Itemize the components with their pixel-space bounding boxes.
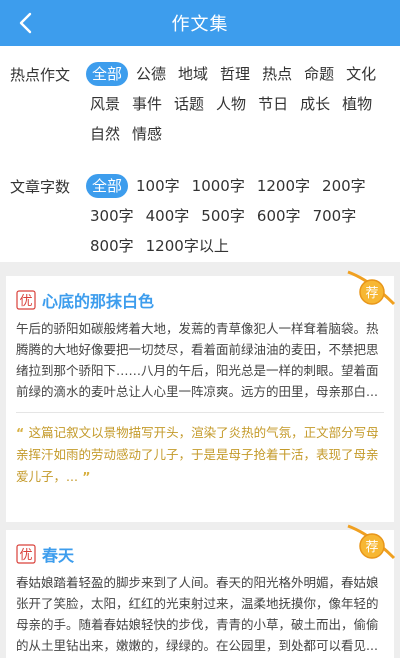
hot-chip-11[interactable]: 节日 xyxy=(254,92,292,116)
article-title[interactable]: 心底的那抹白色 xyxy=(42,288,154,312)
hot-chip-5[interactable]: 命题 xyxy=(300,62,338,86)
excellent-badge-icon: 优 xyxy=(16,290,36,310)
words-chip-4[interactable]: 200字 xyxy=(318,174,370,198)
words-chip-9[interactable]: 700字 xyxy=(309,204,361,228)
article-excerpt: 午后的骄阳如碳般烤着大地，发蔫的青草像犯人一样耷着脑袋。热腾腾的大地好像要把一切… xyxy=(16,321,379,399)
svg-text:荐: 荐 xyxy=(365,540,378,555)
app-header: 作文集 xyxy=(0,0,400,46)
hot-chip-7[interactable]: 风景 xyxy=(86,92,124,116)
excellent-badge-icon: 优 xyxy=(16,544,36,564)
hot-chip-4[interactable]: 热点 xyxy=(258,62,296,86)
hot-chip-0[interactable]: 全部 xyxy=(86,62,129,86)
svg-text:优: 优 xyxy=(19,548,32,563)
page-title: 作文集 xyxy=(171,14,229,35)
words-filter-label: 文章字数 xyxy=(10,178,71,196)
article-card[interactable]: 优 春天 荐 春姑娘踏着轻盈的脚步来到了人间。春天的阳光格外明媚，春姑娘张开了笑… xyxy=(6,524,396,658)
hot-filter-label: 热点作文 xyxy=(10,66,71,84)
back-button[interactable] xyxy=(10,8,40,38)
article-excerpt: 春姑娘踏着轻盈的脚步来到了人间。春天的阳光格外明媚，春姑娘张开了笑脸，太阳，红红… xyxy=(16,575,379,653)
words-chip-8[interactable]: 600字 xyxy=(253,204,305,228)
words-chip-11[interactable]: 1200字以上 xyxy=(142,234,233,258)
hot-chip-12[interactable]: 成长 xyxy=(296,92,334,116)
words-filter-chips: 全部 100字 1000字 1200字 200字 300字 400字 500字 600字 700字… xyxy=(86,174,396,264)
hot-chip-14[interactable]: 自然 xyxy=(86,122,124,146)
words-chip-2[interactable]: 1000字 xyxy=(188,174,249,198)
divider xyxy=(16,412,384,413)
close-quote-icon: ” xyxy=(77,469,91,484)
article-title[interactable]: 春天 xyxy=(42,542,74,566)
svg-text:优: 优 xyxy=(19,294,32,309)
hot-chip-1[interactable]: 公德 xyxy=(132,62,170,86)
hot-chip-8[interactable]: 事件 xyxy=(128,92,166,116)
hot-chip-15[interactable]: 情感 xyxy=(128,122,166,146)
words-chip-7[interactable]: 500字 xyxy=(197,204,249,228)
recommend-badge-icon: 荐 xyxy=(347,524,396,560)
chevron-left-icon xyxy=(19,12,32,34)
filter-panel: 热点作文 全部 公德 地域 哲理 热点 命题 文化 风景 事件 话题 人物 节日 成长 植物 自然 情感 文章… xyxy=(0,46,400,262)
words-chip-1[interactable]: 100字 xyxy=(132,174,184,198)
words-chip-3[interactable]: 1200字 xyxy=(253,174,314,198)
words-chip-6[interactable]: 400字 xyxy=(142,204,194,228)
hot-chip-2[interactable]: 地域 xyxy=(174,62,212,86)
hot-chip-10[interactable]: 人物 xyxy=(212,92,250,116)
words-chip-0[interactable]: 全部 xyxy=(86,174,129,198)
hot-chip-6[interactable]: 文化 xyxy=(342,62,380,86)
words-chip-5[interactable]: 300字 xyxy=(86,204,138,228)
hot-chip-3[interactable]: 哲理 xyxy=(216,62,254,86)
article-card[interactable]: 优 心底的那抹白色 荐 午后的骄阳如碳般烤着大地，发蔫的青草像犯人一样耷着脑袋。… xyxy=(6,270,396,522)
words-chip-10[interactable]: 800字 xyxy=(86,234,138,258)
svg-text:荐: 荐 xyxy=(365,286,378,301)
hot-chip-9[interactable]: 话题 xyxy=(170,92,208,116)
hot-filter-chips: 全部 公德 地域 哲理 热点 命题 文化风景 事件 话题 人物 节日 成长 植物自然 情感 xyxy=(86,62,396,152)
hot-chip-13[interactable]: 植物 xyxy=(338,92,376,116)
open-quote-icon: “ xyxy=(16,425,29,440)
article-comment: “ 这篇记叙文以景物描写开头，渲染了炎热的气氛，正文部分写母亲挥汗如雨的劳动感动… xyxy=(16,425,379,484)
recommend-badge-icon: 荐 xyxy=(347,270,396,306)
